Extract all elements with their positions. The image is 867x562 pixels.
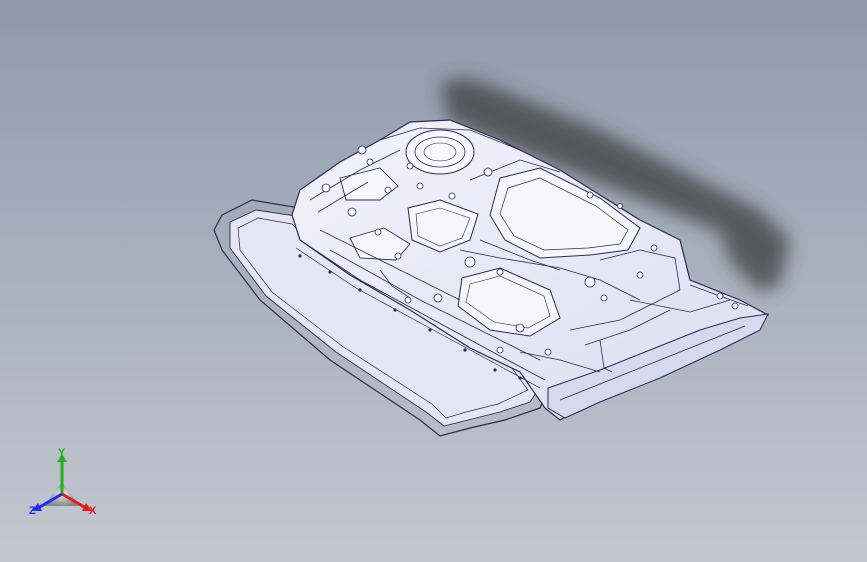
graphics-viewport[interactable]: Y X Z <box>0 0 867 562</box>
x-axis-label: X <box>89 505 97 517</box>
z-axis-label: Z <box>29 505 36 517</box>
y-axis-label: Y <box>58 447 66 459</box>
inner-panel-body <box>291 119 770 421</box>
door-panel-model[interactable] <box>0 0 867 562</box>
coordinate-triad: Y X Z <box>22 448 106 524</box>
